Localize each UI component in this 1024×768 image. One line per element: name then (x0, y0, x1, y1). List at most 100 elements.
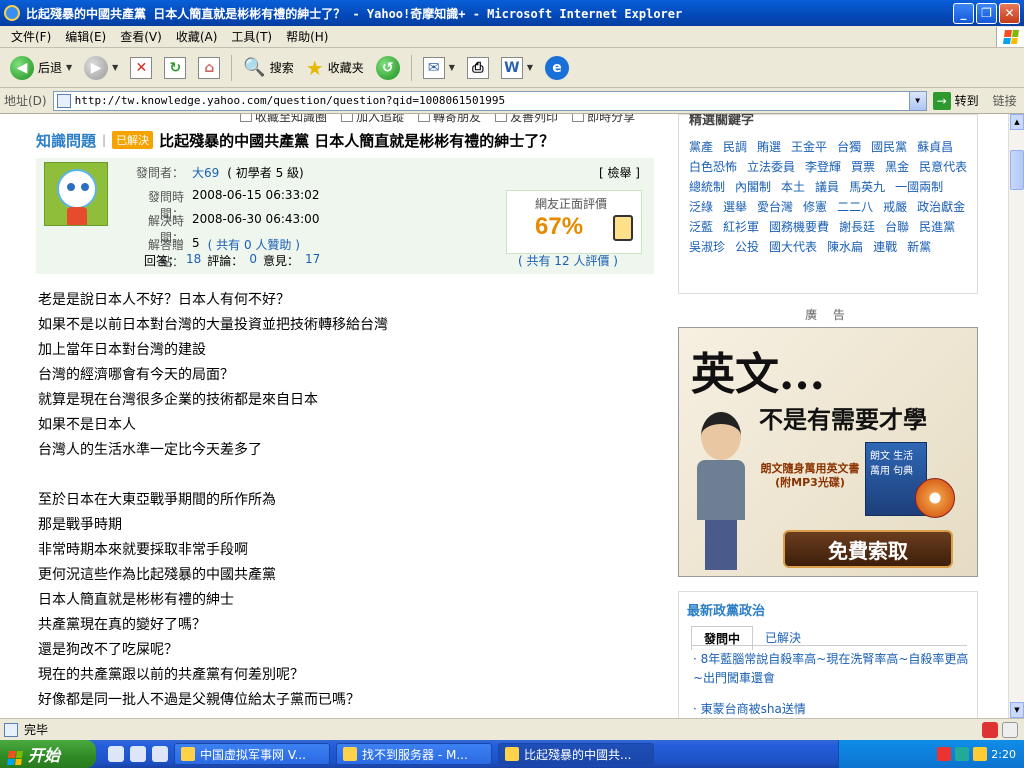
news-item[interactable]: · 8年藍腦常說自殺率高~現在洗腎率高~自殺率更高~出門闖車還會 (693, 650, 969, 688)
task-button[interactable]: 找不到服务器 - M... (336, 743, 492, 765)
avatar[interactable] (44, 162, 108, 226)
tray-app-icon[interactable] (937, 747, 952, 761)
minimize-button[interactable]: _ (953, 2, 974, 24)
keyword-link[interactable]: 台獨 (837, 139, 861, 155)
scroll-up-icon[interactable]: ▲ (1010, 114, 1024, 130)
menu-favorites[interactable]: 收藏(A) (169, 28, 225, 45)
print-link[interactable]: 友善列印 (495, 114, 558, 125)
tab-open[interactable]: 發問中 (691, 626, 754, 650)
start-button[interactable]: 开始 (0, 740, 96, 768)
scroll-thumb[interactable] (1010, 150, 1024, 190)
keyword-link[interactable]: 修憲 (803, 199, 827, 215)
ad-banner[interactable]: 英文... 不是有需要才學 朗文隨身萬用英文書 (附MP3光碟) 朗文 生活萬用… (678, 327, 978, 577)
tab-solved[interactable]: 已解決 (753, 626, 814, 650)
keyword-link[interactable]: 愛台灣 (757, 199, 793, 215)
maximize-button[interactable]: ❐ (976, 2, 997, 24)
keyword-link[interactable]: 蘇貞昌 (917, 139, 953, 155)
keyword-link[interactable]: 連戰 (873, 239, 897, 255)
keyword-link[interactable]: 一國兩制 (895, 179, 943, 195)
keyword-link[interactable]: 政治獻金 (917, 199, 965, 215)
media-icon[interactable] (152, 746, 168, 762)
stop-button[interactable]: ✕ (126, 55, 156, 81)
keyword-link[interactable]: 內閣制 (735, 179, 771, 195)
keyword-link[interactable]: 國大代表 (769, 239, 817, 255)
keyword-link[interactable]: 謝長廷 (839, 219, 875, 235)
forward-friend-link[interactable]: 轉寄朋友 (418, 114, 481, 125)
keyword-link[interactable]: 泛綠 (689, 199, 713, 215)
edit-button[interactable]: W ▼ (497, 55, 537, 81)
menu-help[interactable]: 帮助(H) (279, 28, 335, 45)
menu-edit[interactable]: 编辑(E) (58, 28, 113, 45)
news-item[interactable]: · 東蒙台商被sha送情 (693, 700, 969, 718)
mail-button[interactable]: ✉ ▼ (419, 55, 459, 81)
keyword-link[interactable]: 選舉 (723, 199, 747, 215)
keyword-link[interactable]: 台聯 (885, 219, 909, 235)
menu-file[interactable]: 文件(F) (4, 28, 58, 45)
menu-view[interactable]: 查看(V) (113, 28, 169, 45)
news-title[interactable]: 最新政黨政治 (687, 600, 765, 619)
favorites-button[interactable]: ★ 收藏夹 (302, 54, 368, 82)
keyword-link[interactable]: 買票 (851, 159, 875, 175)
go-button[interactable]: → 转到 (932, 91, 979, 110)
scroll-down-icon[interactable]: ▼ (1010, 702, 1024, 718)
menu-tools[interactable]: 工具(T) (224, 28, 279, 45)
ie-quicklaunch-icon[interactable] (130, 746, 146, 762)
keyword-link[interactable]: 黨產 (689, 139, 713, 155)
keyword-link[interactable]: 議員 (815, 179, 839, 195)
address-dropdown-icon[interactable]: ▼ (908, 91, 926, 110)
keyword-link[interactable]: 白色恐怖 (689, 159, 737, 175)
keyword-link[interactable]: 總統制 (689, 179, 725, 195)
ime-icon[interactable] (982, 721, 998, 738)
desktop-icon[interactable] (108, 746, 124, 762)
keyword-link[interactable]: 王金平 (791, 139, 827, 155)
search-button[interactable]: 🔍 搜索 (239, 55, 297, 80)
keyword-link[interactable]: 公投 (735, 239, 759, 255)
links-button[interactable]: 链接 (993, 92, 1017, 109)
thumbs-up-icon[interactable] (613, 215, 633, 241)
task-button-active[interactable]: 比起殘暴的中國共... (498, 743, 654, 765)
rating-count[interactable]: ( 共有 12 人評價 ) (518, 252, 618, 269)
share-link[interactable]: 即時分享 (572, 114, 635, 125)
keyword-link[interactable]: 新黨 (907, 239, 931, 255)
refresh-button[interactable]: ↻ (160, 55, 190, 81)
dropdown-arrow-icon[interactable]: ▼ (66, 63, 72, 72)
keyword-link[interactable]: 民調 (723, 139, 747, 155)
dropdown-arrow-icon[interactable]: ▼ (449, 63, 455, 72)
back-button[interactable]: ◀ 后退 ▼ (6, 54, 76, 82)
news-item-text[interactable]: 8年藍腦常說自殺率高~現在洗腎率高~自殺率更高~出門闖車還會 (693, 652, 968, 685)
vertical-scrollbar[interactable]: ▲ ▼ (1008, 114, 1024, 718)
task-button[interactable]: 中国虚拟军事网 V... (174, 743, 330, 765)
track-link[interactable]: 加入追蹤 (341, 114, 404, 125)
keyword-link[interactable]: 立法委員 (747, 159, 795, 175)
keyword-link[interactable]: 陳水扁 (827, 239, 863, 255)
keyword-link[interactable]: 民意代表 (919, 159, 967, 175)
keyword-link[interactable]: 紅衫軍 (723, 219, 759, 235)
save-to-circle-link[interactable]: 收藏至知識圈 (240, 114, 327, 125)
history-button[interactable]: ↺ (372, 54, 404, 82)
keyword-link[interactable]: 黑金 (885, 159, 909, 175)
keyword-link[interactable]: 本土 (781, 179, 805, 195)
asker-link[interactable]: 大69 (192, 164, 219, 181)
keyword-link[interactable]: 賄選 (757, 139, 781, 155)
keyword-link[interactable]: 二二八 (837, 199, 873, 215)
tray-volume-icon[interactable] (973, 747, 988, 761)
ad-free-request-button[interactable]: 免費索取 (783, 530, 953, 568)
dropdown-arrow-icon[interactable]: ▼ (112, 63, 118, 72)
address-input[interactable]: http://tw.knowledge.yahoo.com/question/q… (52, 90, 927, 111)
ie-button[interactable]: e (541, 54, 573, 82)
news-item-text[interactable]: 東蒙台商被sha送情 (701, 702, 806, 716)
keyword-link[interactable]: 泛藍 (689, 219, 713, 235)
keyword-link[interactable]: 戒嚴 (883, 199, 907, 215)
keyword-link[interactable]: 吳淑珍 (689, 239, 725, 255)
tray-network-icon[interactable] (955, 747, 970, 761)
keyword-link[interactable]: 國務機要費 (769, 219, 829, 235)
forward-button[interactable]: ▶ ▼ (80, 54, 122, 82)
keyword-link[interactable]: 國民黨 (871, 139, 907, 155)
answers-count[interactable]: 18 (186, 252, 201, 269)
close-button[interactable]: ✕ (999, 2, 1020, 24)
keyword-link[interactable]: 馬英九 (849, 179, 885, 195)
clock[interactable]: 2:20 (991, 748, 1016, 761)
comments-count[interactable]: 0 (249, 252, 257, 269)
keyword-link[interactable]: 民進黨 (919, 219, 955, 235)
keyword-link[interactable]: 李登輝 (805, 159, 841, 175)
